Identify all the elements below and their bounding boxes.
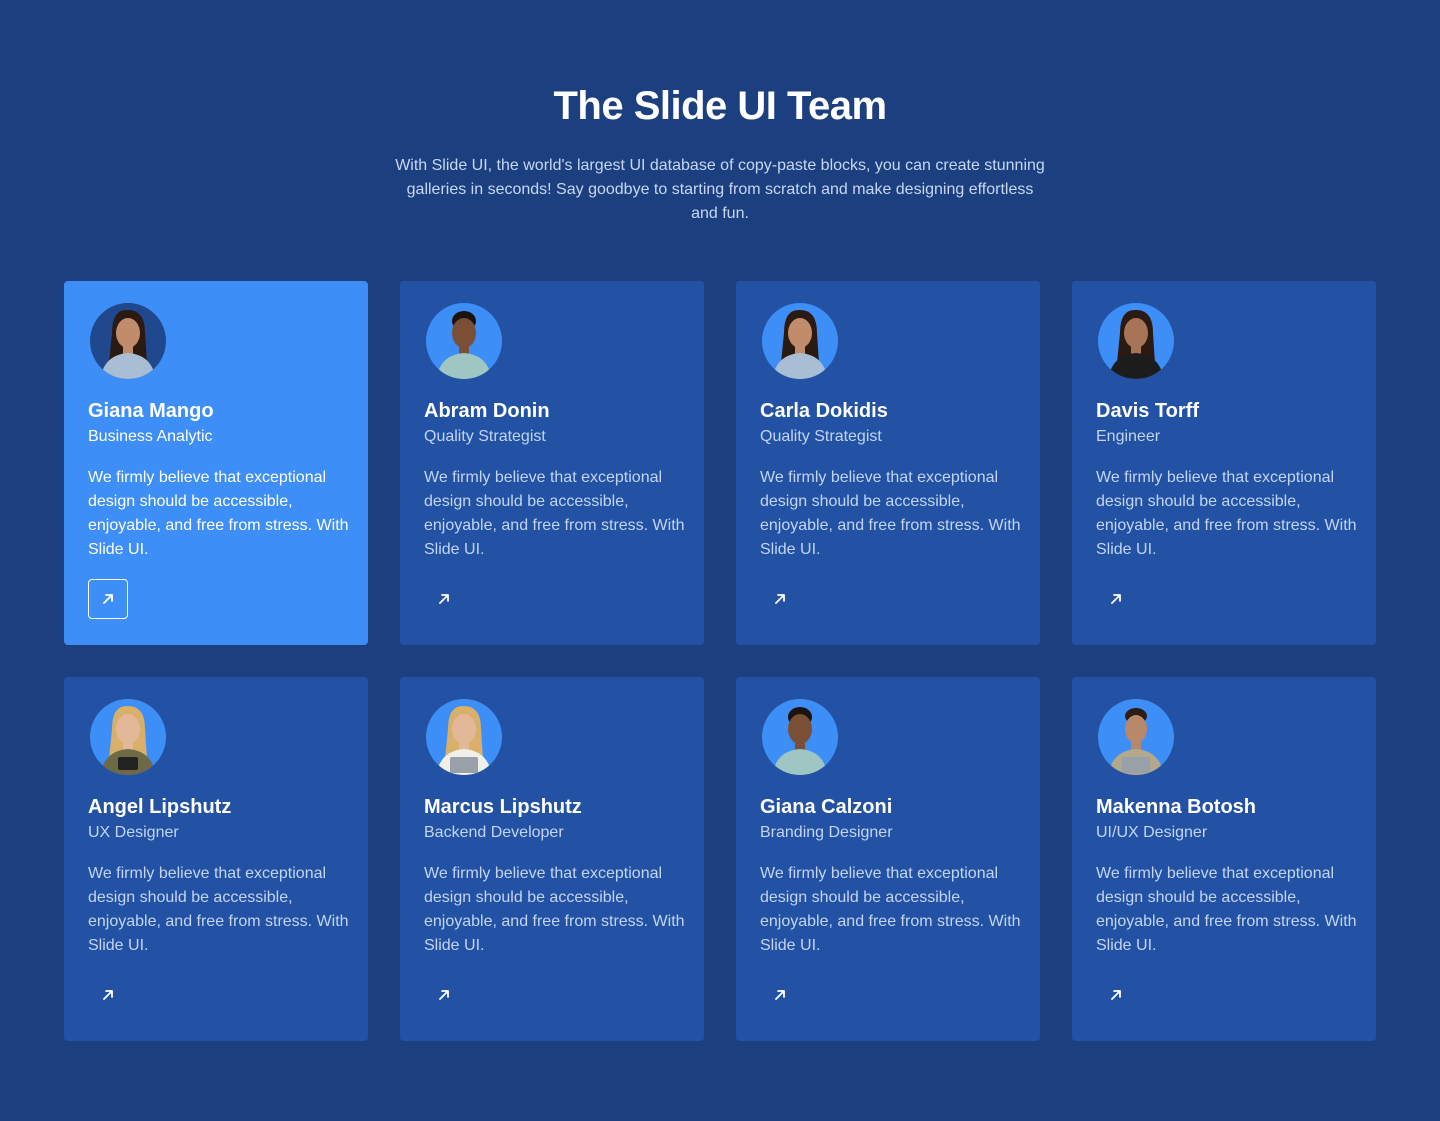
avatar — [762, 699, 838, 775]
member-name: Giana Mango — [88, 400, 214, 422]
arrow-up-right-icon — [103, 594, 113, 604]
member-name: Abram Donin — [424, 400, 550, 422]
member-bio: We firmly believe that exceptional desig… — [760, 865, 1021, 954]
arrow-up-right-icon — [439, 990, 449, 1000]
avatar — [762, 303, 838, 379]
member-role: Engineer — [1096, 428, 1161, 445]
member-role: UI/UX Designer — [1096, 824, 1208, 841]
member-bio: We firmly believe that exceptional desig… — [424, 469, 685, 558]
member-name: Carla Dokidis — [760, 400, 888, 422]
member-role: UX Designer — [88, 824, 179, 841]
team-card[interactable]: Marcus Lipshutz Backend Developer We fir… — [400, 677, 704, 1041]
member-role: Quality Strategist — [760, 428, 882, 445]
avatar — [90, 303, 166, 379]
member-bio: We firmly believe that exceptional desig… — [760, 469, 1021, 558]
profile-link-button[interactable] — [760, 975, 800, 1015]
page-subtitle: With Slide UI, the world's largest UI da… — [395, 157, 1045, 222]
avatar — [90, 699, 166, 775]
member-name: Marcus Lipshutz — [424, 796, 582, 818]
profile-link-button[interactable] — [760, 579, 800, 619]
arrow-up-right-icon — [439, 594, 449, 604]
member-role: Business Analytic — [88, 428, 213, 445]
profile-link-button[interactable] — [1096, 975, 1136, 1015]
team-grid: Giana Mango Business Analytic We firmly … — [64, 281, 1376, 1041]
member-bio: We firmly believe that exceptional desig… — [1096, 865, 1357, 954]
arrow-up-right-icon — [103, 990, 113, 1000]
team-card[interactable]: Abram Donin Quality Strategist We firmly… — [400, 281, 704, 645]
arrow-up-right-icon — [1111, 990, 1121, 1000]
profile-link-button[interactable] — [88, 975, 128, 1015]
profile-link-button[interactable] — [424, 975, 464, 1015]
member-bio: We firmly believe that exceptional desig… — [88, 469, 349, 558]
team-card[interactable]: Giana Mango Business Analytic We firmly … — [64, 281, 368, 645]
member-name: Giana Calzoni — [760, 796, 893, 818]
member-bio: We firmly believe that exceptional desig… — [88, 865, 349, 954]
arrow-up-right-icon — [775, 594, 785, 604]
team-card[interactable]: Makenna Botosh UI/UX Designer We firmly … — [1072, 677, 1376, 1041]
avatar — [426, 699, 502, 775]
member-name: Davis Torff — [1096, 400, 1199, 422]
member-bio: We firmly believe that exceptional desig… — [1096, 469, 1357, 558]
arrow-up-right-icon — [775, 990, 785, 1000]
profile-link-button[interactable] — [1096, 579, 1136, 619]
member-name: Makenna Botosh — [1096, 796, 1257, 818]
avatar — [426, 303, 502, 379]
avatar — [1098, 699, 1174, 775]
page-title: The Slide UI Team — [553, 84, 887, 128]
profile-link-button[interactable] — [424, 579, 464, 619]
arrow-up-right-icon — [1111, 594, 1121, 604]
member-role: Branding Designer — [760, 824, 893, 841]
member-role: Quality Strategist — [424, 428, 546, 445]
team-card[interactable]: Angel Lipshutz UX Designer We firmly bel… — [64, 677, 368, 1041]
member-bio: We firmly believe that exceptional desig… — [424, 865, 685, 954]
avatar — [1098, 303, 1174, 379]
member-role: Backend Developer — [424, 824, 564, 841]
hero: The Slide UI Team With Slide UI, the wor… — [0, 0, 1440, 226]
team-card[interactable]: Giana Calzoni Branding Designer We firml… — [736, 677, 1040, 1041]
team-section: The Slide UI Team With Slide UI, the wor… — [0, 0, 1440, 1121]
team-card[interactable]: Davis Torff Engineer We firmly believe t… — [1072, 281, 1376, 645]
profile-link-button[interactable] — [88, 579, 128, 619]
team-card[interactable]: Carla Dokidis Quality Strategist We firm… — [736, 281, 1040, 645]
member-name: Angel Lipshutz — [88, 796, 232, 818]
